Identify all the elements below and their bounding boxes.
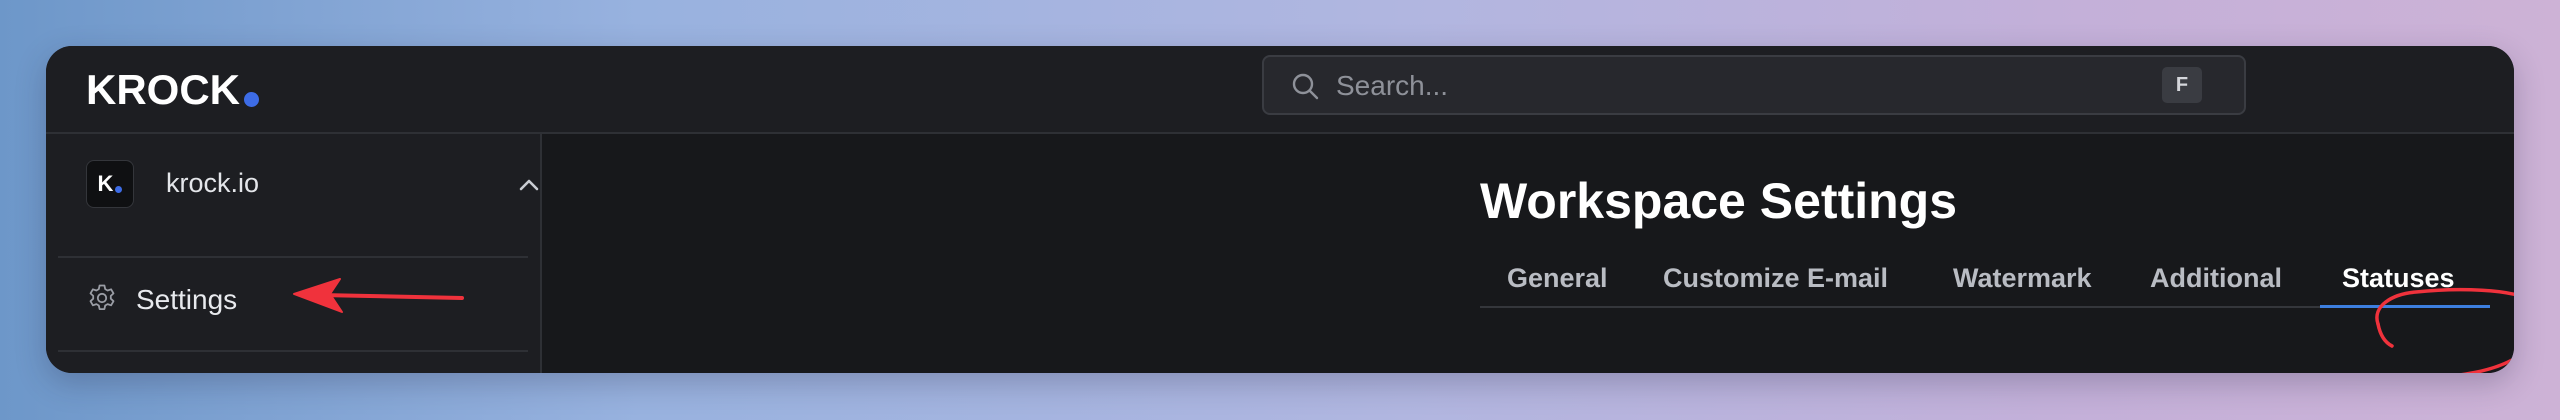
top-bar: KROCK F bbox=[46, 46, 2514, 134]
sidebar: K krock.io Settings bbox=[46, 134, 542, 373]
logo[interactable]: KROCK bbox=[86, 62, 259, 118]
red-arrow-annotation bbox=[293, 278, 464, 313]
workspace-switcher[interactable]: K krock.io bbox=[86, 160, 539, 208]
logo-dot bbox=[244, 91, 259, 107]
workspace-avatar-dot bbox=[115, 185, 123, 193]
logo-text: KROCK bbox=[86, 66, 240, 113]
chevron-up-icon[interactable] bbox=[514, 170, 544, 200]
search-bar[interactable]: F bbox=[1262, 55, 2246, 115]
sidebar-divider bbox=[58, 256, 528, 258]
tab-general[interactable]: General bbox=[1507, 260, 1608, 306]
gear-icon bbox=[89, 284, 115, 310]
tab-additional[interactable]: Additional bbox=[2150, 260, 2282, 306]
settings-tabs: General Customize E-mail Watermark Addit… bbox=[1480, 260, 2490, 308]
workspace-name: krock.io bbox=[166, 168, 260, 198]
workspace-avatar-letter: K bbox=[97, 171, 114, 196]
page-title: Workspace Settings bbox=[1480, 173, 1958, 229]
main-content: Workspace Settings General Customize E-m… bbox=[542, 134, 2514, 373]
search-icon bbox=[1292, 73, 1319, 100]
workspace-avatar: K bbox=[86, 160, 134, 208]
tab-watermark[interactable]: Watermark bbox=[1953, 260, 2092, 306]
search-shortcut-badge: F bbox=[2162, 67, 2202, 103]
sidebar-item-label: Settings bbox=[136, 284, 238, 315]
sidebar-divider bbox=[58, 350, 528, 352]
app-window: KROCK F K krock.io bbox=[46, 46, 2514, 373]
red-circle-annotation bbox=[2375, 287, 2514, 373]
search-input[interactable] bbox=[1334, 57, 2118, 115]
tab-customize-email[interactable]: Customize E-mail bbox=[1663, 260, 1888, 306]
